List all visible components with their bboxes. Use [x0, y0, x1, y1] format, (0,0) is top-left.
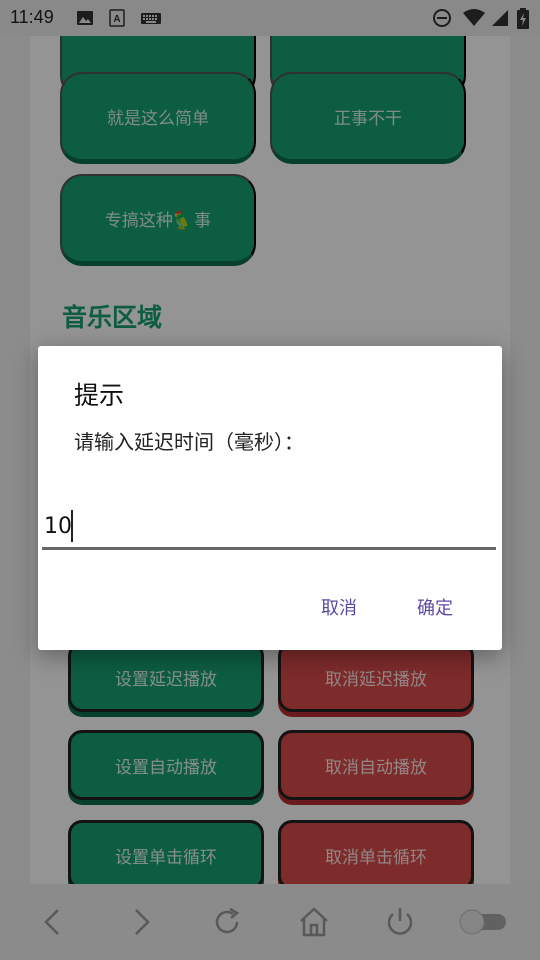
confirm-button[interactable]: 确定 — [417, 594, 453, 620]
delay-ms-input[interactable] — [42, 506, 496, 550]
dialog-message: 请输入延迟时间（毫秒）： — [74, 430, 304, 454]
cancel-button[interactable]: 取消 — [321, 594, 357, 620]
text-caret — [71, 510, 73, 542]
delay-input-dialog: 提示 请输入延迟时间（毫秒）： 取消 确定 — [38, 346, 502, 650]
dialog-title: 提示 — [74, 381, 125, 410]
